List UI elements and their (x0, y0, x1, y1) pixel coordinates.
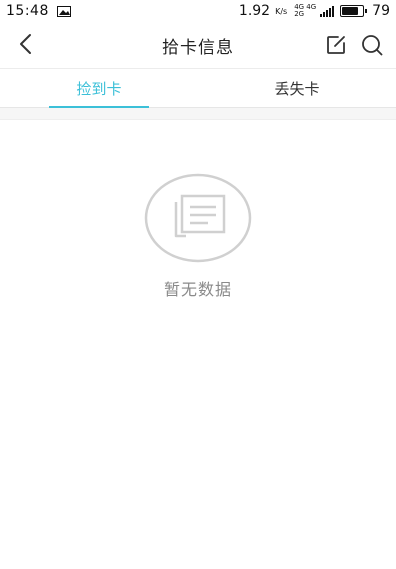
tab-bar: 捡到卡 丢失卡 (0, 68, 396, 108)
tab-lost-card-label: 丢失卡 (274, 79, 320, 98)
tab-found-card[interactable]: 捡到卡 (0, 69, 198, 108)
image-icon (56, 5, 71, 17)
search-button[interactable] (360, 33, 384, 57)
section-divider (0, 108, 396, 120)
tab-lost-card[interactable]: 丢失卡 (198, 69, 396, 107)
page-title: 拾卡信息 (162, 37, 234, 58)
search-icon (362, 35, 383, 56)
signal-icon (320, 5, 335, 17)
edit-button[interactable] (324, 33, 348, 57)
document-list-icon (144, 173, 252, 263)
status-right: 1.92 K/s 4G 4G 2G 79 (239, 3, 390, 19)
screen: 15:48 1.92 K/s 4G 4G 2G 79 拾卡信息 捡到卡 丢失卡 … (0, 0, 396, 569)
edit-icon (327, 36, 345, 54)
battery-level: 79 (372, 3, 390, 19)
network-speed-unit: K/s (275, 6, 288, 16)
header: 拾卡信息 (0, 22, 396, 68)
network-type: 4G 4G 2G (294, 4, 316, 18)
status-time: 15:48 (6, 3, 49, 19)
battery-icon (340, 5, 368, 17)
back-button[interactable] (14, 32, 38, 56)
network-type-bottom: 2G (294, 10, 305, 18)
empty-state-message: 暂无数据 (163, 280, 232, 299)
back-arrow-icon (20, 34, 31, 54)
tab-found-card-label: 捡到卡 (76, 79, 122, 98)
network-speed: 1.92 (238, 3, 271, 19)
status-bar: 15:48 1.92 K/s 4G 4G 2G 79 (0, 0, 396, 22)
empty-state: 暂无数据 (0, 172, 396, 300)
